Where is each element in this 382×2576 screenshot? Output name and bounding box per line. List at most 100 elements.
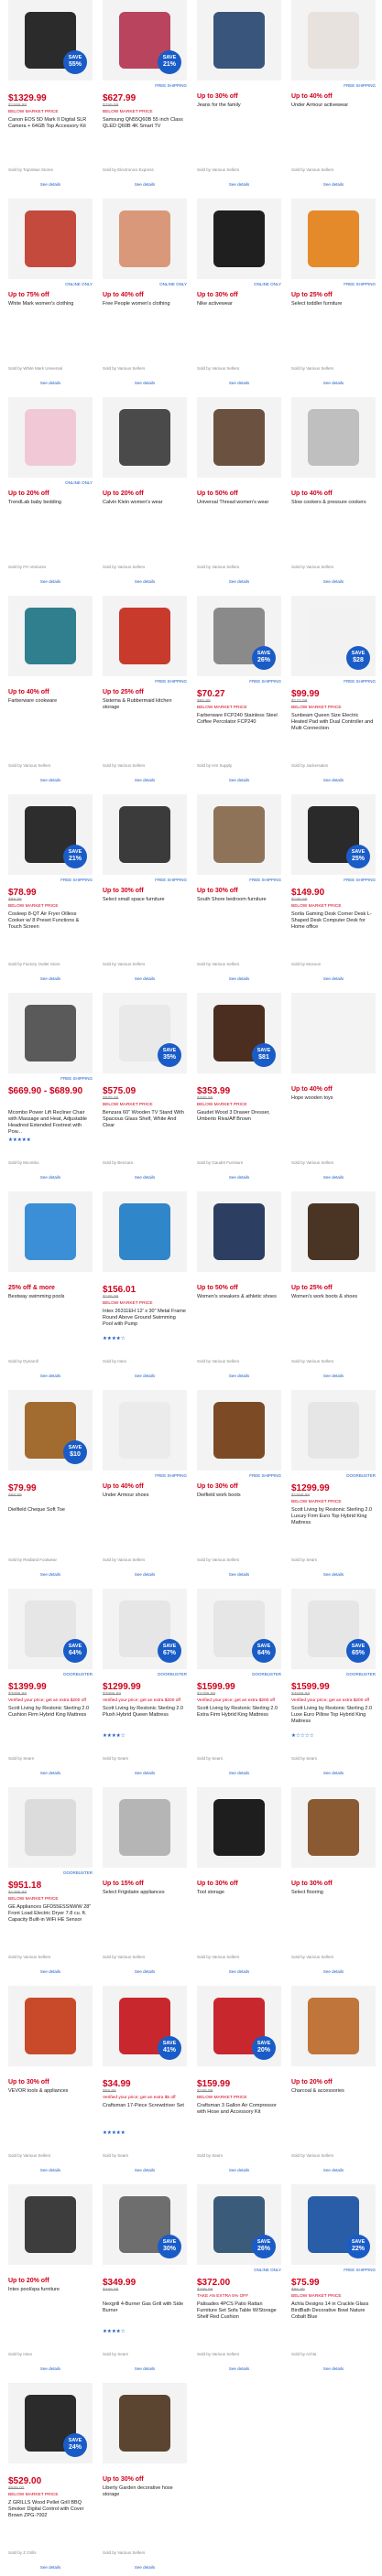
product-image[interactable] bbox=[8, 2184, 93, 2265]
product-image[interactable]: SAVE 26% bbox=[197, 2184, 281, 2265]
product-title[interactable]: Under Armour activewear bbox=[291, 102, 376, 128]
see-details-link[interactable]: See details bbox=[135, 778, 155, 783]
product-title[interactable]: Farberware cookware bbox=[8, 698, 93, 724]
see-details-link[interactable]: See details bbox=[40, 579, 60, 585]
product-image[interactable] bbox=[103, 199, 187, 279]
see-details-link[interactable]: See details bbox=[40, 2168, 60, 2173]
product-title[interactable]: Palisades 4PCS Patio Rattan Furniture Se… bbox=[197, 2301, 281, 2327]
see-details-link[interactable]: See details bbox=[323, 1969, 344, 1975]
product-image[interactable]: SAVE 35% bbox=[103, 993, 187, 1073]
see-details-link[interactable]: See details bbox=[40, 1572, 60, 1578]
product-card[interactable]: Up to 20% off Charcoal & accessories Sold … bbox=[288, 1986, 379, 2179]
product-card[interactable]: SAVE 22% FREE SHIPPING $75.99 $96.99 BELOW MA… bbox=[288, 2184, 379, 2377]
product-image[interactable] bbox=[197, 397, 281, 478]
product-image[interactable] bbox=[197, 794, 281, 875]
product-title[interactable]: Intex 26311EH 12' x 30" Metal Frame Roun… bbox=[103, 1309, 187, 1334]
product-card[interactable]: Up to 30% off VEVOR tools & appliances Sol… bbox=[5, 1986, 96, 2179]
product-image[interactable] bbox=[103, 596, 187, 676]
product-title[interactable]: Nexgrill 4-Burner Gas Grill with Side Bu… bbox=[103, 2301, 187, 2327]
product-title[interactable]: Craftsman 17-Piece Screwdriver Set bbox=[103, 2103, 187, 2129]
see-details-link[interactable]: See details bbox=[323, 1175, 344, 1180]
product-card[interactable]: SAVE 26% FREE SHIPPING $70.27 $95.99 BELOW MA… bbox=[193, 596, 285, 789]
product-image[interactable]: SAVE 26% bbox=[197, 596, 281, 676]
see-details-link[interactable]: See details bbox=[229, 381, 249, 386]
product-title[interactable]: Benzara 60" Wooden TV Stand With Spaciou… bbox=[103, 1110, 187, 1136]
see-details-link[interactable]: See details bbox=[323, 381, 344, 386]
see-details-link[interactable]: See details bbox=[323, 1374, 344, 1379]
see-details-link[interactable]: See details bbox=[135, 381, 155, 386]
see-details-link[interactable]: See details bbox=[323, 976, 344, 982]
see-details-link[interactable]: See details bbox=[135, 1969, 155, 1975]
product-card[interactable]: FREE SHIPPING Up to 30% off Dielfield work… bbox=[193, 1390, 285, 1583]
product-image[interactable]: SAVE 22% bbox=[291, 2184, 376, 2265]
product-card[interactable]: FREE SHIPPING Up to 40% off Under Armour s… bbox=[99, 1390, 191, 1583]
product-card[interactable]: SAVE 21% FREE SHIPPING $627.99 $799.99 BELOW … bbox=[99, 0, 191, 193]
product-title[interactable]: Charcoal & accessories bbox=[291, 2088, 376, 2114]
product-card[interactable]: FREE SHIPPING Up to 30% off South Shore be… bbox=[193, 794, 285, 987]
product-card[interactable]: ONLINE ONLY Up to 75% off White Mark women… bbox=[5, 199, 96, 392]
see-details-link[interactable]: See details bbox=[229, 182, 249, 188]
product-title[interactable]: Nike activewear bbox=[197, 301, 281, 327]
product-image[interactable] bbox=[197, 1787, 281, 1868]
see-details-link[interactable]: See details bbox=[40, 2366, 60, 2372]
product-card[interactable]: Up to 40% off Farberware cookware Sold by … bbox=[5, 596, 96, 789]
product-image[interactable]: SAVE $81 bbox=[197, 993, 281, 1073]
product-image[interactable] bbox=[103, 1787, 187, 1868]
see-details-link[interactable]: See details bbox=[135, 1175, 155, 1180]
product-image[interactable] bbox=[8, 199, 93, 279]
product-image[interactable] bbox=[291, 1390, 376, 1471]
product-title[interactable]: Hope wooden toys bbox=[291, 1095, 376, 1121]
see-details-link[interactable]: See details bbox=[40, 778, 60, 783]
see-details-link[interactable]: See details bbox=[229, 1969, 249, 1975]
product-card[interactable]: DOORBUSTER $1299.99 $1599.99 BELOW MARKET P… bbox=[288, 1390, 379, 1583]
product-image[interactable] bbox=[291, 1787, 376, 1868]
product-title[interactable]: Sistema & Rubbermaid kitchen storage bbox=[103, 698, 187, 724]
product-image[interactable]: SAVE 20% bbox=[197, 1986, 281, 2066]
see-details-link[interactable]: See details bbox=[323, 2168, 344, 2173]
product-card[interactable]: $156.01 $189.99 BELOW MARKET PRICE Intex 26… bbox=[99, 1191, 191, 1385]
product-card[interactable]: SAVE $81 $353.99 $499.99 BELOW MARKET PRICE G… bbox=[193, 993, 285, 1186]
product-title[interactable]: Select Frigidaire appliances bbox=[103, 1890, 187, 1915]
see-details-link[interactable]: See details bbox=[229, 1771, 249, 1776]
product-card[interactable]: Up to 50% off Women's sneakers & athletic… bbox=[193, 1191, 285, 1385]
see-details-link[interactable]: See details bbox=[229, 579, 249, 585]
product-title[interactable]: Sorila Gaming Desk Corner Desk L-Shaped … bbox=[291, 911, 376, 937]
product-image[interactable] bbox=[291, 199, 376, 279]
product-card[interactable]: FREE SHIPPING Up to 25% off Select toddler… bbox=[288, 199, 379, 392]
product-card[interactable]: SAVE 35% $575.09 $889.99 BELOW MARKET PRICE B… bbox=[99, 993, 191, 1186]
product-card[interactable]: SAVE $28 FREE SHIPPING $99.99 $127.99 BELOW M… bbox=[288, 596, 379, 789]
product-card[interactable]: Up to 40% off Slow cookers & pressure coo… bbox=[288, 397, 379, 590]
see-details-link[interactable]: See details bbox=[135, 579, 155, 585]
product-card[interactable]: Up to 40% off Hope wooden toys Sold by Var… bbox=[288, 993, 379, 1186]
see-details-link[interactable]: See details bbox=[135, 976, 155, 982]
see-details-link[interactable]: See details bbox=[229, 976, 249, 982]
product-title[interactable]: TrendLab baby bedding bbox=[8, 500, 93, 525]
product-title[interactable]: Achla Designs 14 in Crackle Glass BirdBa… bbox=[291, 2301, 376, 2327]
product-card[interactable]: Up to 25% off Women's work boots & shoes S… bbox=[288, 1191, 379, 1385]
see-details-link[interactable]: See details bbox=[229, 1175, 249, 1180]
product-card[interactable]: SAVE 64% DOORBUSTER $1399.99 $3899.99 Verifie… bbox=[5, 1589, 96, 1782]
product-image[interactable] bbox=[197, 1191, 281, 1272]
product-image[interactable]: SAVE 30% bbox=[103, 2184, 187, 2265]
see-details-link[interactable]: See details bbox=[323, 1572, 344, 1578]
see-details-link[interactable]: See details bbox=[135, 2565, 155, 2571]
see-details-link[interactable]: See details bbox=[40, 976, 60, 982]
product-title[interactable]: Farberware FCP240 Stainless Steel Coffee… bbox=[197, 713, 281, 738]
product-image[interactable]: SAVE 25% bbox=[291, 794, 376, 875]
product-title[interactable]: Calvin Klein women's wear bbox=[103, 500, 187, 525]
see-details-link[interactable]: See details bbox=[40, 1175, 60, 1180]
product-title[interactable]: Scott Living by Restonic Sterling 2.0 Lu… bbox=[291, 1507, 376, 1533]
product-title[interactable]: Under Armour shoes bbox=[103, 1493, 187, 1518]
product-title[interactable]: Scott Living by Restonic Sterling 2.0 Ex… bbox=[197, 1706, 281, 1731]
product-title[interactable]: Scott Living by Restonic Sterling 2.0 Pl… bbox=[103, 1706, 187, 1731]
product-card[interactable]: SAVE 55% $1329.99 $1599.99 BELOW MARKET PRIC… bbox=[5, 0, 96, 193]
product-card[interactable]: SAVE 21% FREE SHIPPING $78.99 $99.99 BELOW MA… bbox=[5, 794, 96, 987]
product-image[interactable] bbox=[8, 596, 93, 676]
product-image[interactable] bbox=[8, 1191, 93, 1272]
product-title[interactable]: Samsung QN55Q60B 55 inch Class QLED Q60B… bbox=[103, 117, 187, 143]
product-card[interactable]: SAVE 41% $34.99 $59.99 Verified your price; … bbox=[99, 1986, 191, 2179]
see-details-link[interactable]: See details bbox=[135, 182, 155, 188]
product-image[interactable] bbox=[103, 397, 187, 478]
product-title[interactable]: Craftsman 3 Gallon Air Compressor with H… bbox=[197, 2103, 281, 2129]
product-title[interactable]: Z GRILLS Wood Pellet Grill BBQ Smoker Di… bbox=[8, 2500, 93, 2526]
